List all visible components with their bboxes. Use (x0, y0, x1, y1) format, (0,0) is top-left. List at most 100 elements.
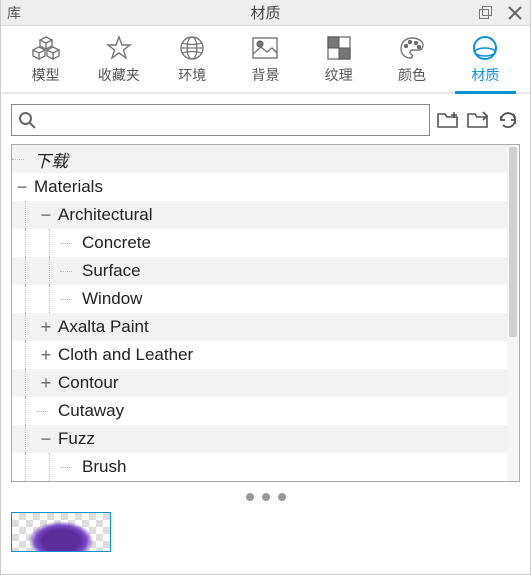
tab-material[interactable]: 材质 (449, 32, 522, 92)
tab-texture[interactable]: 纹理 (302, 32, 375, 92)
indent-guide (12, 425, 36, 453)
tree-branch-line (12, 145, 32, 173)
indent-guide (12, 201, 36, 229)
tab-environment[interactable]: 环境 (156, 32, 229, 92)
indent-guide (36, 285, 60, 313)
titlebar-title: 材质 (1, 2, 530, 23)
tree-item[interactable]: 下载 (12, 145, 519, 173)
popout-icon (478, 6, 492, 20)
material-thumbnail[interactable] (11, 512, 111, 552)
collapse-toggle[interactable]: − (36, 430, 56, 448)
tree-item-label: Brush (80, 457, 126, 477)
tree-item-label: Cloth and Leather (56, 345, 193, 365)
tab-label: 颜色 (398, 65, 426, 85)
indent-guide (12, 313, 36, 341)
tree-item[interactable]: Surface (12, 257, 519, 285)
tree-item[interactable]: Brush (12, 453, 519, 481)
tree-item[interactable]: −Architectural (12, 201, 519, 229)
tree-item-label: 下载 (32, 147, 68, 172)
indent-guide (36, 257, 60, 285)
tree-item[interactable]: −Materials (12, 173, 519, 201)
pager-dot[interactable] (262, 493, 270, 501)
palette-icon (399, 36, 425, 60)
tab-label: 材质 (471, 65, 499, 85)
indent-guide (12, 285, 36, 313)
indent-guide (12, 369, 36, 397)
tab-label: 纹理 (325, 65, 353, 85)
tab-label: 收藏夹 (98, 65, 140, 85)
tree-item[interactable]: Concrete (12, 229, 519, 257)
tree-item-label: Axalta Paint (56, 317, 149, 337)
tree-item[interactable]: +Axalta Paint (12, 313, 519, 341)
refresh-button[interactable] (496, 108, 520, 132)
indent-guide (12, 257, 36, 285)
refresh-icon (498, 110, 518, 130)
tree-branch-line (60, 453, 80, 481)
titlebar: 库 材质 (1, 0, 530, 26)
search-input[interactable] (36, 112, 423, 128)
category-tabs: 模型 收藏夹 环境 (1, 26, 530, 94)
popout-button[interactable] (470, 0, 500, 26)
material-tree[interactable]: 下载−Materials−ArchitecturalConcreteSurfac… (12, 145, 519, 481)
preview-row (11, 512, 520, 558)
collapse-toggle[interactable]: − (36, 206, 56, 224)
tree-item-label: Fuzz (56, 429, 95, 449)
tab-favorite[interactable]: 收藏夹 (82, 32, 155, 92)
titlebar-left-label: 库 (1, 3, 21, 23)
star-icon (106, 35, 132, 61)
search-box[interactable] (11, 104, 430, 136)
tree-branch-line (60, 285, 80, 313)
folder-plus-icon (437, 111, 459, 129)
expand-toggle[interactable]: + (36, 346, 56, 364)
tab-label: 环境 (178, 65, 206, 85)
indent-guide (12, 341, 36, 369)
import-folder-button[interactable] (466, 108, 490, 132)
tree-item-label: Cutaway (56, 401, 124, 421)
globe-icon (179, 35, 205, 61)
indent-guide (12, 453, 36, 481)
tree-item[interactable]: Window (12, 285, 519, 313)
pager-dots (1, 488, 530, 506)
tab-model[interactable]: 模型 (9, 32, 82, 92)
tree-item-label: Contour (56, 373, 118, 393)
tree-item-label: Surface (80, 261, 141, 281)
search-icon (18, 111, 36, 129)
tree-item[interactable]: Cutaway (12, 397, 519, 425)
pager-dot[interactable] (278, 493, 286, 501)
tab-label: 背景 (251, 65, 279, 85)
cubes-icon (32, 36, 60, 60)
close-icon (508, 6, 522, 20)
indent-guide (12, 229, 36, 257)
tree-item-label: Window (80, 289, 142, 309)
tab-color[interactable]: 颜色 (375, 32, 448, 92)
indent-guide (12, 397, 36, 425)
tab-background[interactable]: 背景 (229, 32, 302, 92)
expand-toggle[interactable]: + (36, 318, 56, 336)
titlebar-controls (470, 0, 530, 26)
tree-item-label: Materials (32, 177, 103, 197)
tree-item-label: Architectural (56, 205, 152, 225)
tree-scrollbar[interactable] (507, 145, 519, 481)
tree-branch-line (36, 397, 56, 425)
add-folder-button[interactable] (436, 108, 460, 132)
close-button[interactable] (500, 0, 530, 26)
tree-item-label: Concrete (80, 233, 151, 253)
tree-item[interactable]: +Cloth and Leather (12, 341, 519, 369)
indent-guide (36, 229, 60, 257)
tab-label: 模型 (32, 65, 60, 85)
search-row (1, 94, 530, 144)
folder-arrow-icon (467, 111, 489, 129)
checker-icon (327, 36, 351, 60)
scrollbar-thumb[interactable] (509, 147, 517, 337)
image-icon (252, 37, 278, 59)
collapse-toggle[interactable]: − (12, 178, 32, 196)
pager-dot[interactable] (246, 493, 254, 501)
tree-item[interactable]: −Fuzz (12, 425, 519, 453)
expand-toggle[interactable]: + (36, 374, 56, 392)
library-panel: 库 材质 (0, 0, 531, 575)
tree-item[interactable]: +Contour (12, 369, 519, 397)
sphere-icon (472, 35, 498, 61)
indent-guide (36, 453, 60, 481)
tree-container: 下载−Materials−ArchitecturalConcreteSurfac… (11, 144, 520, 482)
tree-branch-line (60, 229, 80, 257)
